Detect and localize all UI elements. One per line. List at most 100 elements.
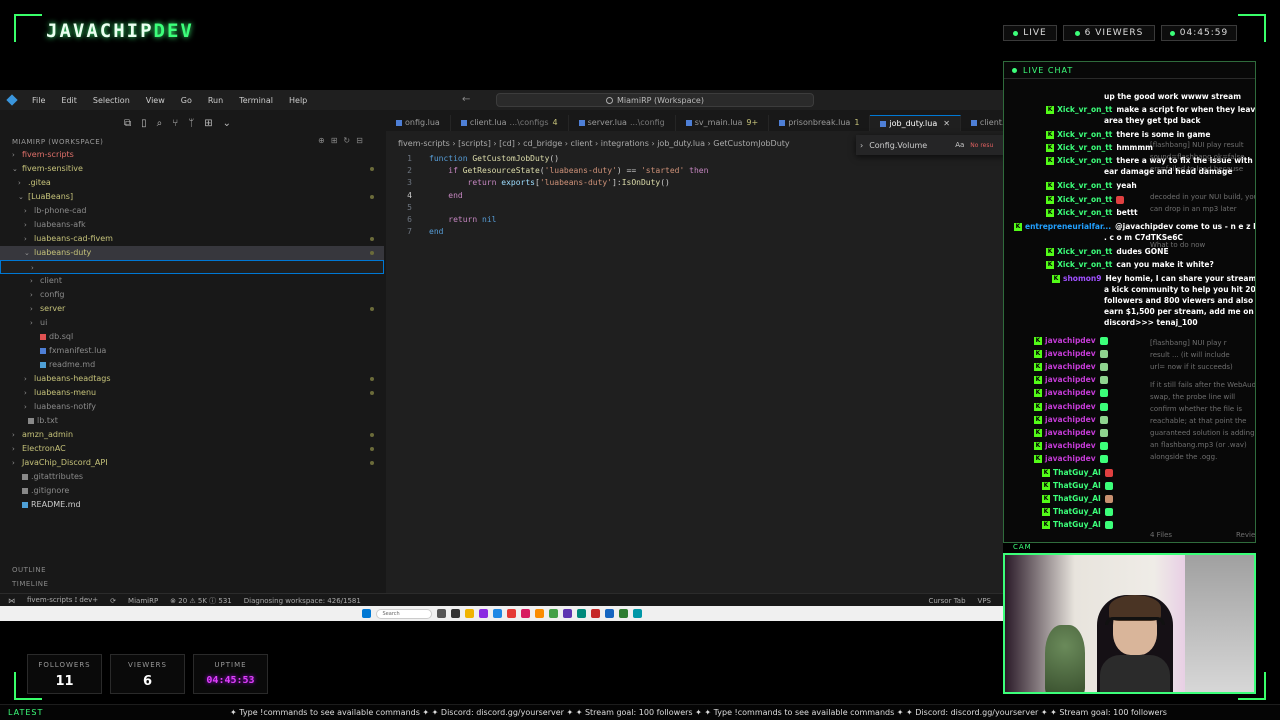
extensions-icon[interactable]: ⊞ [204,118,212,129]
tree-item[interactable]: › JavaChip_Discord_API [0,456,384,470]
chevron-right-icon[interactable]: › [24,386,27,400]
tree-item[interactable]: › luabeans-cad-fivem [0,232,384,246]
tree-item[interactable]: .gitignore [0,484,384,498]
rename-input[interactable]: › [0,260,384,274]
status-task[interactable]: Diagnosing workspace: 426/1581 [244,597,361,605]
tree-item[interactable]: › luabeans-notify [0,400,384,414]
status-sync-icon[interactable]: ⟳ [110,597,116,605]
chat-username[interactable]: javachipdev [1045,428,1096,437]
tree-item[interactable]: ⌄ luabeans-duty [0,246,384,260]
chevron-right-icon[interactable]: › [24,400,27,414]
editor-tab[interactable]: onfig.lua [386,115,451,131]
tree-item[interactable]: .gitattributes [0,470,384,484]
app-icon[interactable] [436,609,446,618]
tree-item[interactable]: › lb-phone-cad [0,204,384,218]
command-center[interactable]: MiamiRP (Workspace) [496,93,814,107]
chevron-right-icon[interactable]: › [24,218,27,232]
folder-icon[interactable] [464,609,474,618]
chat-username[interactable]: Xick_vr_on_tt [1057,195,1112,204]
tree-item[interactable]: ⌄ [LuaBeans] [0,190,384,204]
chat-username[interactable]: Xick_vr_on_tt [1057,247,1112,256]
menu-item[interactable]: Terminal [231,96,281,105]
editor-tab[interactable]: sv_main.lua 9+ [676,115,770,131]
collapse-icon[interactable]: ⊟ [356,136,363,145]
chat-username[interactable]: javachipdev [1045,415,1096,424]
chevron-right-icon[interactable]: › [30,302,33,316]
editor-tab[interactable]: client.lua ...\configs 4 [451,115,569,131]
tree-item[interactable]: lb.txt [0,414,384,428]
app-icon[interactable] [534,609,544,618]
chat-username[interactable]: shomon9 [1063,274,1101,283]
status-problems[interactable]: ⊗ 20 ⚠ 5K ⓘ 531 [170,596,232,606]
menu-item[interactable]: Selection [85,96,138,105]
new-folder-icon[interactable]: ⊞ [331,136,338,145]
chevron-right-icon[interactable]: › [30,316,33,330]
tree-item[interactable]: db.sql [0,330,384,344]
breadcrumb[interactable]: fivem-scripts › [scripts] › [cd] › cd_br… [398,139,790,148]
app-icon[interactable] [450,609,460,618]
app-icon[interactable] [506,609,516,618]
chat-username[interactable]: Xick_vr_on_tt [1057,260,1112,269]
chevron-down-icon[interactable]: ⌄ [12,162,18,176]
chevron-right-icon[interactable]: › [24,372,27,386]
chat-username[interactable]: javachipdev [1045,402,1096,411]
tree-item[interactable]: › .gitea [0,176,384,190]
chat-username[interactable]: Xick_vr_on_tt [1057,143,1112,152]
tree-item[interactable]: README.md [0,498,384,512]
chevron-down-icon[interactable]: ⌄ [24,246,30,260]
chat-username[interactable]: ThatGuy_AI [1053,520,1101,529]
tree-item[interactable]: › client [0,274,384,288]
tree-item[interactable]: › luabeans-headtags [0,372,384,386]
app-icon[interactable] [590,609,600,618]
back-arrow-icon[interactable]: ← [462,94,470,105]
app-icon[interactable] [548,609,558,618]
status-branch[interactable]: fivem-scripts ⟟ dev+ [27,596,98,605]
tree-item[interactable]: › amzn_admin [0,428,384,442]
find-input[interactable]: Config.Volume [869,141,949,150]
chat-username[interactable]: javachipdev [1045,336,1096,345]
tree-item[interactable]: fxmanifest.lua [0,344,384,358]
chat-username[interactable]: Xick_vr_on_tt [1057,105,1112,114]
editor-tab[interactable]: server.lua ...\config [569,115,676,131]
app-icon[interactable] [632,609,642,618]
chevron-right-icon[interactable]: › [30,288,33,302]
chevron-right-icon[interactable]: › [12,456,15,470]
menu-item[interactable]: View [138,96,173,105]
chevron-right-icon[interactable]: › [31,261,34,275]
editor-tab[interactable]: prisonbreak.lua 1 [769,115,871,131]
tree-item[interactable]: › ElectronAC [0,442,384,456]
new-file-icon[interactable]: ⊕ [318,136,325,145]
chat-username[interactable]: javachipdev [1045,362,1096,371]
chevron-right-icon[interactable]: › [24,232,27,246]
search-icon[interactable]: ⌕ [157,118,163,129]
chat-username[interactable]: javachipdev [1045,388,1096,397]
match-case-icon[interactable]: Aa [955,141,964,149]
chat-username[interactable]: entrepreneurialfar... [1025,222,1111,231]
remote-icon[interactable]: ⋈ [8,597,15,605]
chat-username[interactable]: Xick_vr_on_tt [1057,181,1112,190]
workspace-title[interactable]: MIAMIRP (WORKSPACE) [12,138,103,146]
chat-username[interactable]: ThatGuy_AI [1053,494,1101,503]
start-icon[interactable] [361,609,371,618]
chat-username[interactable]: Xick_vr_on_tt [1057,130,1112,139]
chat-username[interactable]: javachipdev [1045,441,1096,450]
app-icon[interactable] [618,609,628,618]
code-editor[interactable]: 1 function GetCustomJobDuty() 2 if GetRes… [386,153,1003,238]
tree-item[interactable]: › fivem-scripts [0,148,384,162]
chevron-down-icon[interactable]: ⌄ [18,190,24,204]
chat-username[interactable]: javachipdev [1045,454,1096,463]
copilot-icon[interactable]: ⧉ [124,118,131,129]
chat-username[interactable]: Xick_vr_on_tt [1057,208,1112,217]
menu-item[interactable]: Run [200,96,231,105]
find-widget[interactable]: › Config.Volume Aa No resu [856,135,1003,155]
chat-username[interactable]: Xick_vr_on_tt [1057,156,1112,165]
chat-username[interactable]: ThatGuy_AI [1053,481,1101,490]
chevron-right-icon[interactable]: › [860,141,863,150]
status-workspace[interactable]: MiamiRP [128,597,158,605]
menu-item[interactable]: Go [173,96,200,105]
menu-item[interactable]: Help [281,96,315,105]
chevron-right-icon[interactable]: › [30,274,33,288]
chevron-right-icon[interactable]: › [24,204,27,218]
app-icon[interactable] [604,609,614,618]
app-icon[interactable] [492,609,502,618]
